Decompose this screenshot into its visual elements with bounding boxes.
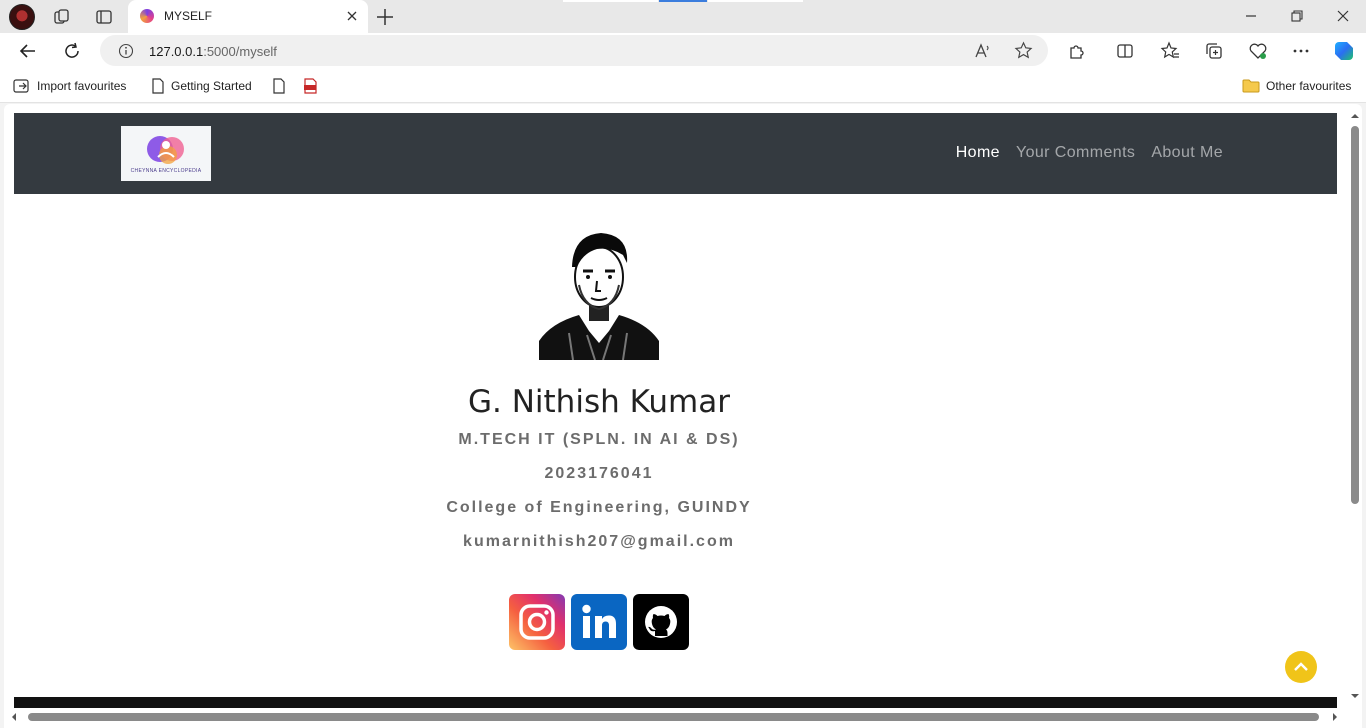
read-aloud-icon[interactable] xyxy=(974,42,992,65)
tab-actions-icon[interactable] xyxy=(94,7,114,27)
workspaces-icon[interactable] xyxy=(52,7,72,27)
profile-photo xyxy=(539,223,659,360)
instagram-link[interactable] xyxy=(509,594,565,650)
browser-profile-avatar[interactable] xyxy=(9,4,35,30)
github-icon xyxy=(645,606,677,638)
linkedin-icon xyxy=(582,604,616,638)
chevron-up-icon xyxy=(1294,662,1308,671)
instagram-icon xyxy=(519,604,555,640)
close-tab-icon[interactable] xyxy=(344,8,360,24)
logo-graphic xyxy=(147,136,184,164)
vertical-scrollbar[interactable] xyxy=(1349,112,1361,708)
page-icon xyxy=(273,78,285,94)
profile-name: G. Nithish Kumar xyxy=(468,384,730,420)
github-link[interactable] xyxy=(633,594,689,650)
getting-started-link[interactable]: Getting Started xyxy=(151,78,252,94)
add-favourite-star-icon[interactable] xyxy=(1014,41,1033,65)
address-bar[interactable]: 127.0.0.1:5000/myself xyxy=(100,35,1048,66)
horizontal-scrollbar[interactable] xyxy=(4,708,1349,726)
horizontal-scroll-thumb[interactable] xyxy=(28,713,1319,721)
minimize-button[interactable] xyxy=(1228,4,1274,28)
site-nav: Home Your Comments About Me xyxy=(956,144,1223,162)
profile-degree: M.TECH IT (SPLN. IN AI & DS) xyxy=(458,431,740,448)
browser-essentials-icon[interactable] xyxy=(1247,40,1269,62)
more-options-icon[interactable] xyxy=(1290,40,1312,62)
site-favicon-icon xyxy=(140,9,154,23)
folder-icon xyxy=(1242,79,1260,93)
pdf-icon xyxy=(304,78,317,94)
profile-college: College of Engineering, GUINDY xyxy=(446,499,752,516)
tab-myself[interactable]: MYSELF xyxy=(128,0,368,33)
scroll-up-arrow-icon[interactable] xyxy=(1351,112,1359,120)
other-favourites-label: Other favourites xyxy=(1266,78,1352,93)
site-info-icon[interactable] xyxy=(118,43,134,64)
favourites-icon[interactable] xyxy=(1159,40,1181,62)
getting-started-label: Getting Started xyxy=(171,79,252,93)
collections-icon[interactable] xyxy=(1203,40,1225,62)
nav-link-your-comments[interactable]: Your Comments xyxy=(1016,144,1135,162)
restore-button[interactable] xyxy=(1274,4,1320,28)
tab-strip-marker xyxy=(659,0,707,2)
copilot-icon[interactable] xyxy=(1331,38,1357,64)
tab-title: MYSELF xyxy=(164,9,213,23)
favourite-pdf-link[interactable] xyxy=(303,78,319,94)
profile-email: kumarnithish207@gmail.com xyxy=(463,533,735,550)
site-header: CHEYNNA ENCYCLOPEDIA Home Your Comments … xyxy=(14,113,1337,194)
title-bar: MYSELF xyxy=(0,0,1366,33)
profile-roll-number: 2023176041 xyxy=(544,465,654,482)
scroll-down-arrow-icon[interactable] xyxy=(1351,692,1359,700)
tab-strip-marker xyxy=(563,0,658,2)
import-favourites-link[interactable]: Import favourites xyxy=(13,78,126,94)
refresh-icon[interactable] xyxy=(61,40,83,62)
back-to-top-button[interactable] xyxy=(1285,651,1317,683)
split-screen-icon[interactable] xyxy=(1114,40,1136,62)
navigation-bar: 127.0.0.1:5000/myself xyxy=(0,33,1366,69)
url-host: 127.0.0.1 xyxy=(149,44,204,59)
nav-link-about-me[interactable]: About Me xyxy=(1151,144,1223,162)
close-window-button[interactable] xyxy=(1320,4,1366,28)
import-icon xyxy=(13,79,29,93)
back-icon[interactable] xyxy=(17,40,39,62)
site-logo[interactable]: CHEYNNA ENCYCLOPEDIA xyxy=(121,126,211,181)
new-tab-button[interactable] xyxy=(374,6,396,28)
vertical-scroll-thumb[interactable] xyxy=(1351,126,1359,504)
other-favourites-folder[interactable]: Other favourites xyxy=(1242,78,1351,93)
tab-strip-marker xyxy=(708,0,803,2)
scroll-left-arrow-icon[interactable] xyxy=(10,713,18,721)
logo-text: CHEYNNA ENCYCLOPEDIA xyxy=(130,168,202,174)
url-text[interactable]: 127.0.0.1:5000/myself xyxy=(149,44,277,59)
import-favourites-label: Import favourites xyxy=(37,79,127,93)
nav-link-home[interactable]: Home xyxy=(956,144,1000,162)
scroll-right-arrow-icon[interactable] xyxy=(1331,713,1339,721)
favourite-page-link[interactable] xyxy=(272,78,286,94)
favourites-bar: Import favourites Getting Started Other … xyxy=(0,69,1366,103)
extensions-icon[interactable] xyxy=(1066,40,1088,62)
page-viewport: CHEYNNA ENCYCLOPEDIA Home Your Comments … xyxy=(4,104,1362,728)
url-path: :5000/myself xyxy=(203,44,277,59)
linkedin-link[interactable] xyxy=(571,594,627,650)
page-icon xyxy=(152,78,164,94)
